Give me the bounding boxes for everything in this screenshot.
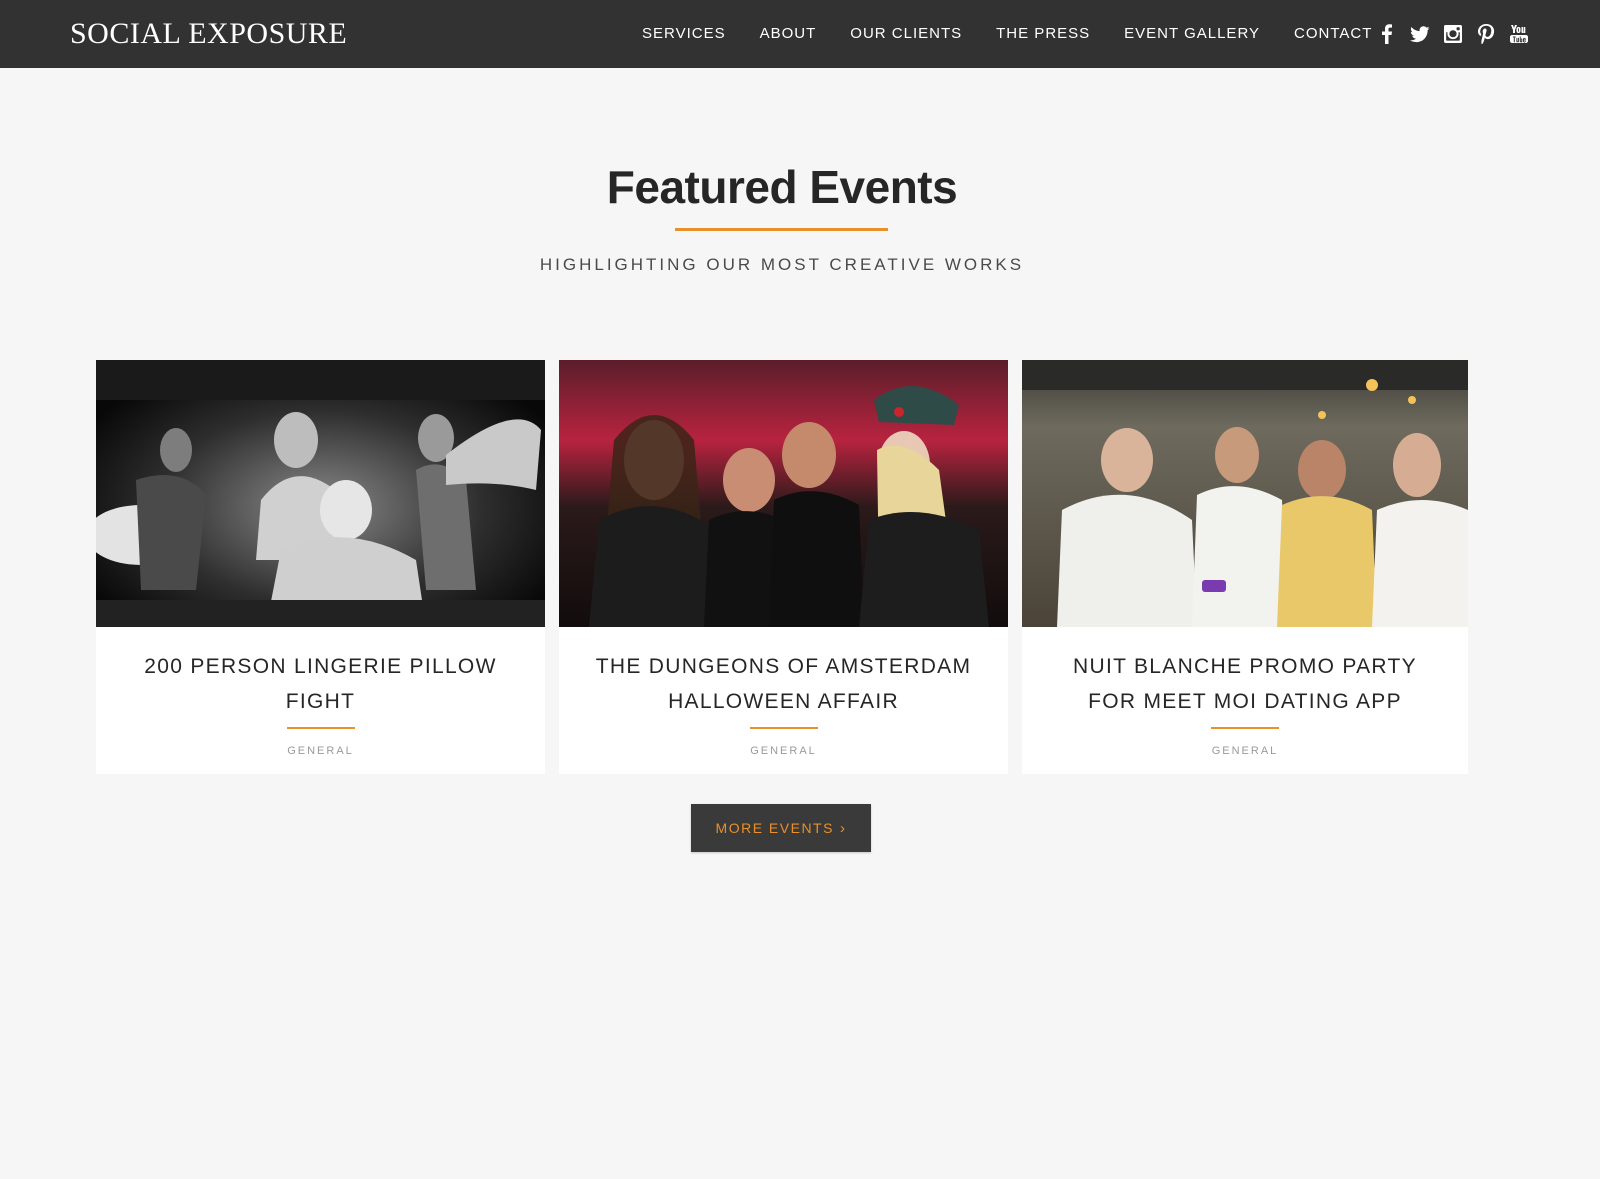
nav-link-event-gallery[interactable]: EVENT GALLERY <box>1124 25 1260 42</box>
facebook-icon[interactable] <box>1376 23 1398 45</box>
brand-logo[interactable]: SOCIAL EXPOSURE <box>70 17 347 51</box>
more-events-label: MORE EVENTS <box>715 820 834 836</box>
pinterest-icon[interactable] <box>1475 23 1497 45</box>
main-nav: SERVICES ABOUT OUR CLIENTS THE PRESS EVE… <box>642 0 1372 68</box>
nav-link-services[interactable]: SERVICES <box>642 25 726 42</box>
youtube-icon[interactable] <box>1508 23 1530 45</box>
top-navbar: SOCIAL EXPOSURE SERVICES ABOUT OUR CLIEN… <box>0 0 1600 68</box>
event-divider <box>286 727 355 729</box>
nav-link-about[interactable]: ABOUT <box>760 25 817 42</box>
nav-link-our-clients[interactable]: OUR CLIENTS <box>850 25 962 42</box>
instagram-icon[interactable] <box>1442 23 1464 45</box>
event-photo[interactable] <box>96 360 545 627</box>
event-photo[interactable] <box>559 360 1008 627</box>
event-divider <box>1211 727 1279 729</box>
twitter-icon[interactable] <box>1409 23 1431 45</box>
event-category[interactable]: GENERAL <box>1022 745 1468 757</box>
social-links <box>1376 0 1530 68</box>
event-title[interactable]: 200 PERSON LINGERIE PILLOW FIGHT <box>126 649 515 719</box>
nav-item-services: SERVICES <box>642 25 726 43</box>
nav-item-about: ABOUT <box>760 25 817 43</box>
nav-item-event-gallery: EVENT GALLERY <box>1124 25 1260 43</box>
event-category[interactable]: GENERAL <box>96 745 545 757</box>
nav-item-the-press: THE PRESS <box>996 25 1090 43</box>
section-subtitle: HIGHLIGHTING OUR MOST CREATIVE WORKS <box>539 255 1025 274</box>
event-title[interactable]: THE DUNGEONS OF AMSTERDAM HALLOWEEN AFFA… <box>589 649 978 719</box>
more-events-button[interactable]: MORE EVENTS › <box>691 804 871 852</box>
section-title: Featured Events <box>606 161 958 213</box>
nav-link-the-press[interactable]: THE PRESS <box>996 25 1090 42</box>
event-card: 200 PERSON LINGERIE PILLOW FIGHT GENERAL <box>96 360 545 774</box>
nav-item-our-clients: OUR CLIENTS <box>850 25 962 43</box>
event-card: THE DUNGEONS OF AMSTERDAM HALLOWEEN AFFA… <box>559 360 1008 774</box>
event-title[interactable]: NUIT BLANCHE PROMO PARTY FOR MEET MOI DA… <box>1052 649 1438 719</box>
title-divider <box>675 228 888 231</box>
nav-link-contact[interactable]: CONTACT <box>1294 25 1372 42</box>
event-category[interactable]: GENERAL <box>559 745 1008 757</box>
event-card: NUIT BLANCHE PROMO PARTY FOR MEET MOI DA… <box>1022 360 1468 774</box>
event-divider <box>749 727 818 729</box>
chevron-right-icon: › <box>839 819 847 837</box>
nav-item-contact: CONTACT <box>1294 25 1372 43</box>
event-photo[interactable] <box>1022 360 1468 627</box>
